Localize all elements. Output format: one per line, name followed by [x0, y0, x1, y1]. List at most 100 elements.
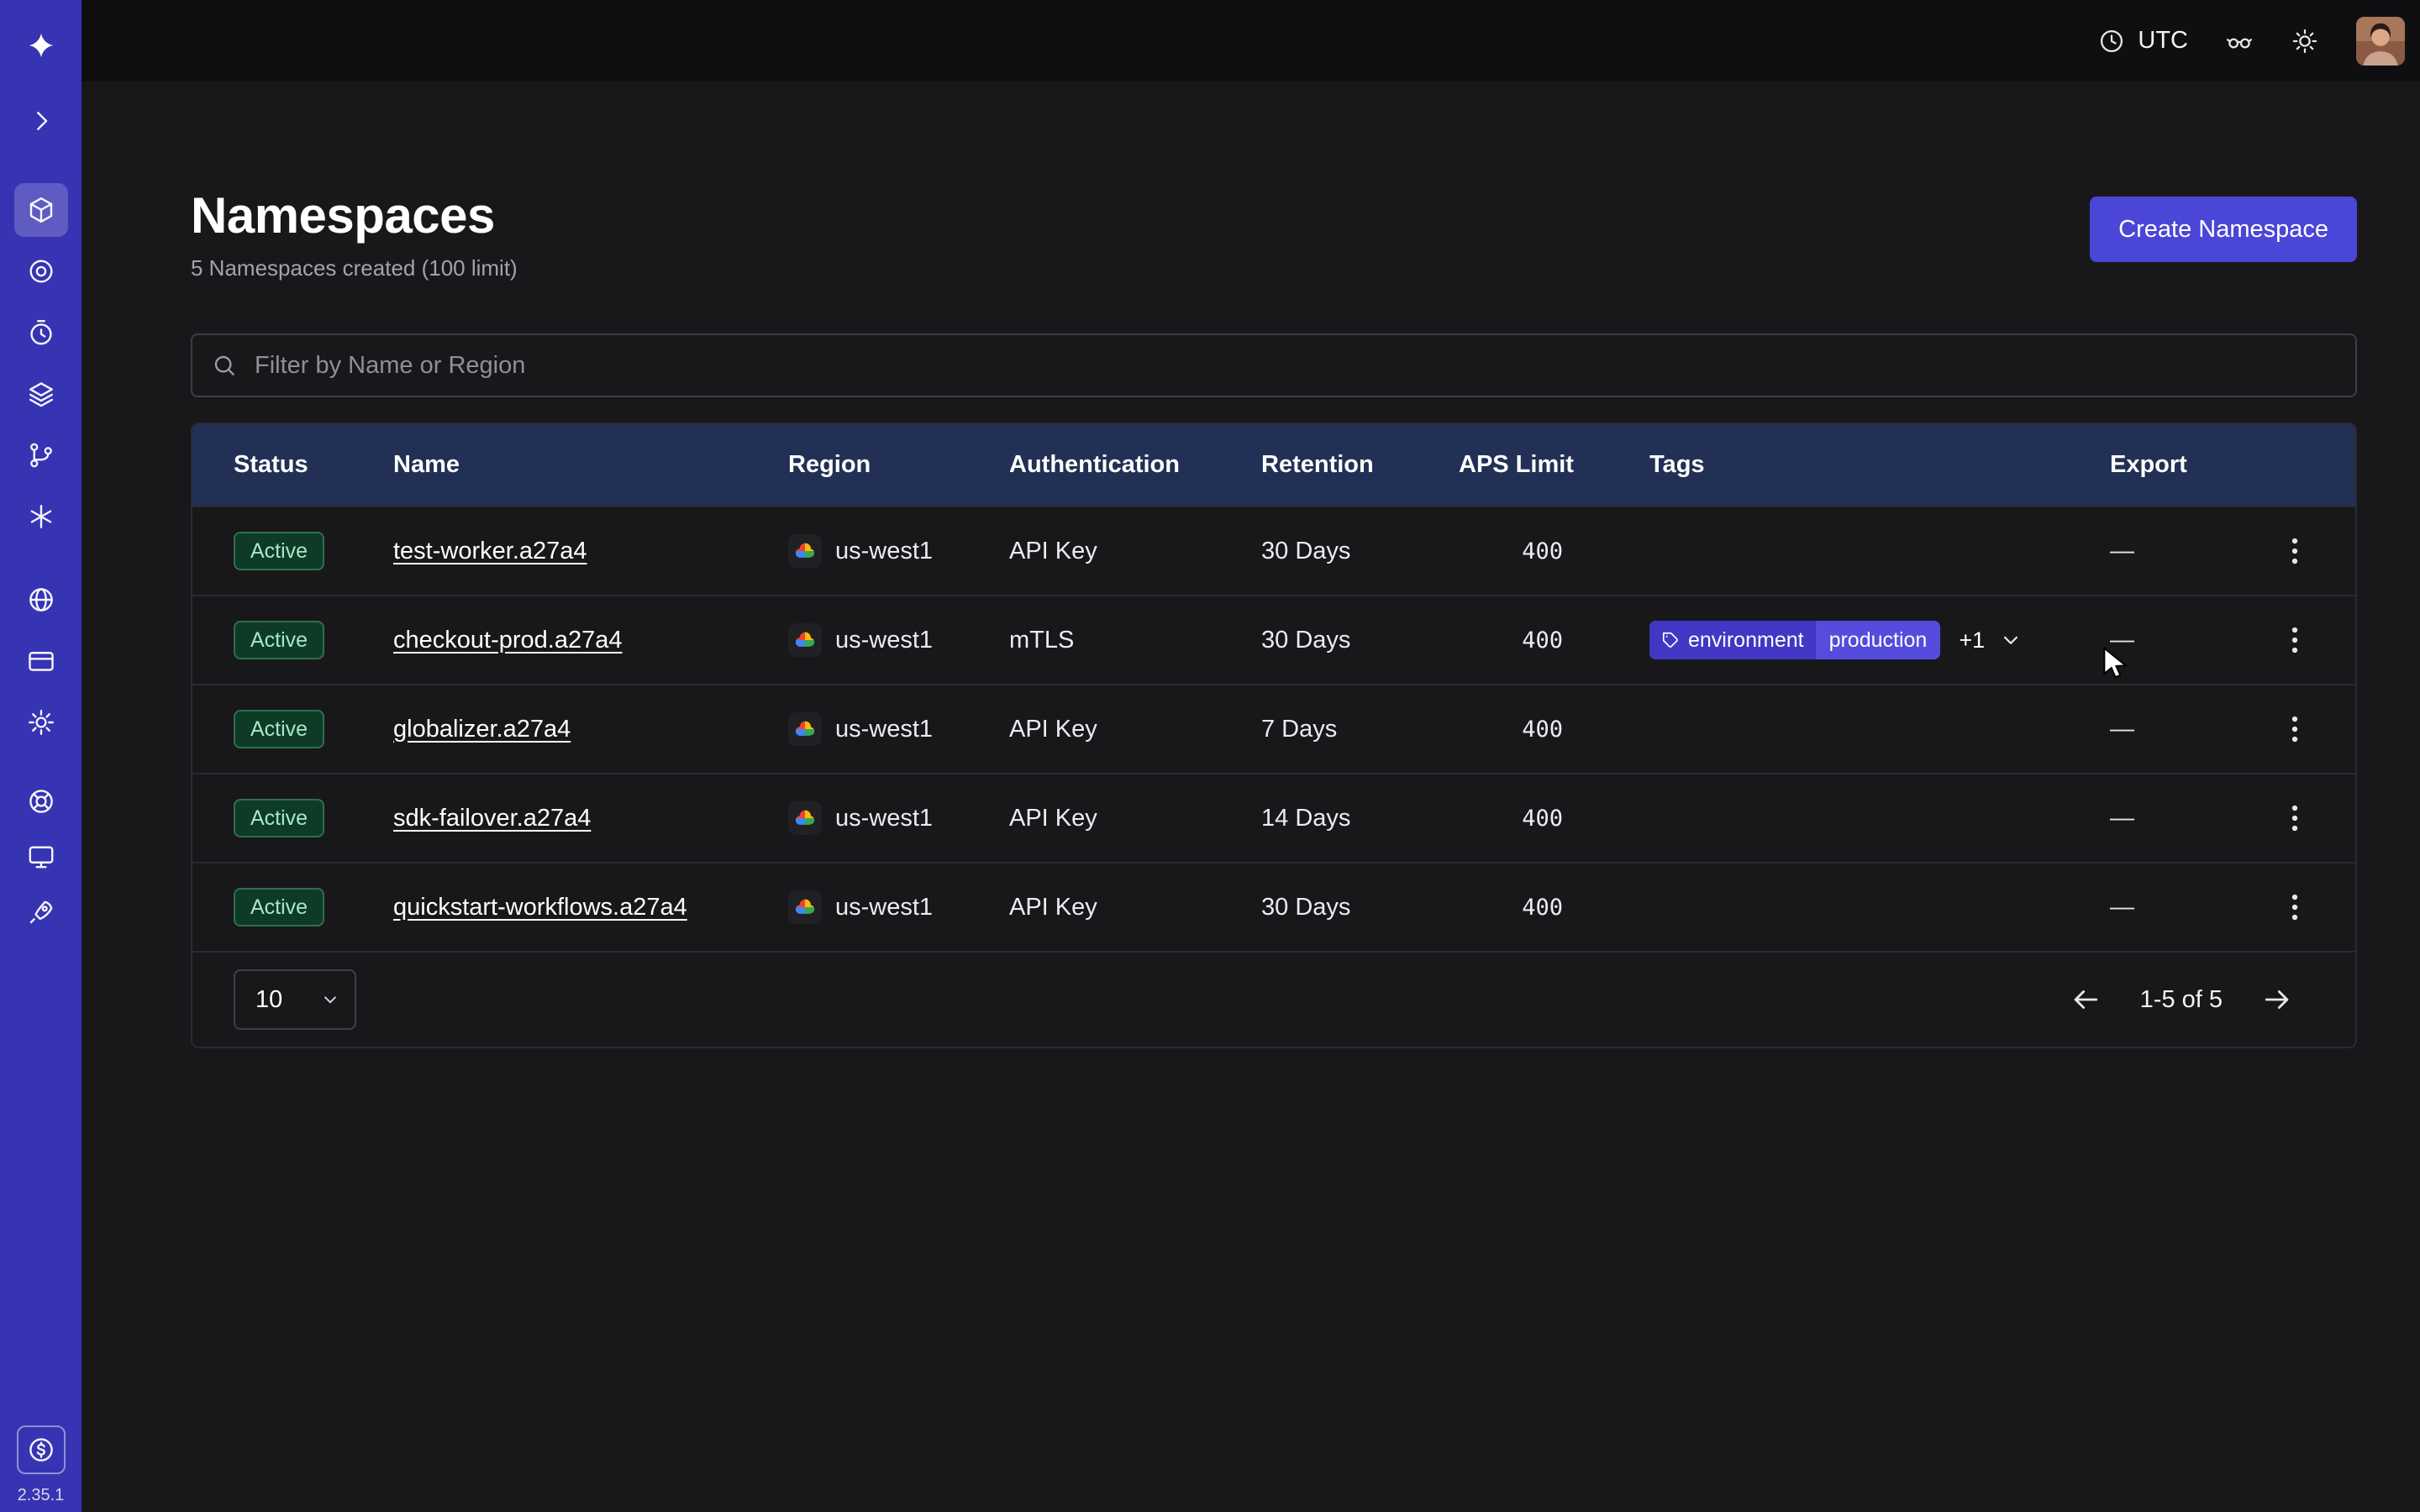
main-area: UTC Namespaces — [82, 0, 2420, 1512]
create-namespace-button[interactable]: Create Namespace — [2090, 197, 2357, 262]
sidebar-item-globe[interactable] — [14, 573, 68, 627]
gcp-cloud-icon — [788, 712, 822, 746]
chevron-down-icon — [319, 989, 341, 1011]
col-aps-limit: APS Limit — [1459, 451, 1649, 479]
prev-page-button[interactable] — [2070, 984, 2102, 1016]
sun-icon — [2291, 27, 2319, 55]
status-badge: Active — [234, 621, 324, 659]
logo-star-icon — [26, 30, 56, 60]
col-export: Export — [2110, 451, 2234, 479]
retention-value: 14 Days — [1261, 805, 1459, 832]
sidebar-expand-button[interactable] — [14, 94, 68, 148]
namespace-link[interactable]: test-worker.a27a4 — [393, 538, 587, 565]
region-label: us-west1 — [835, 627, 933, 654]
retention-value: 30 Days — [1261, 627, 1459, 654]
export-value: — — [2110, 805, 2234, 832]
tag-icon — [1661, 631, 1680, 649]
page-title: Namespaces — [191, 188, 518, 244]
status-badge: Active — [234, 532, 324, 570]
row-menu-button[interactable] — [2281, 706, 2308, 753]
namespace-link[interactable]: globalizer.a27a4 — [393, 716, 571, 743]
status-badge: Active — [234, 799, 324, 837]
next-page-button[interactable] — [2261, 984, 2293, 1016]
col-authentication: Authentication — [1009, 451, 1261, 479]
expand-tags-chevron-icon[interactable] — [1998, 627, 2023, 653]
card-icon — [26, 646, 56, 676]
sidebar-group-secondary — [14, 573, 68, 757]
namespaces-table: Status Name Region Authentication Retent… — [191, 423, 2357, 1048]
sidebar-item-settings[interactable] — [14, 696, 68, 749]
chevron-right-icon — [26, 106, 56, 136]
col-retention: Retention — [1261, 451, 1459, 479]
filter-input[interactable] — [191, 333, 2357, 397]
sidebar-item-layers[interactable] — [14, 367, 68, 421]
sidebar-item-target[interactable] — [14, 244, 68, 298]
tag-key-segment: environment — [1649, 621, 1816, 659]
usage-button[interactable] — [17, 1425, 66, 1474]
col-region: Region — [788, 451, 1009, 479]
tag-value-label: production — [1816, 621, 1941, 659]
table-row: Active checkout-prod.a27a4 us-west1 mTLS… — [192, 595, 2355, 684]
row-menu-button[interactable] — [2281, 528, 2308, 575]
export-value: — — [2110, 627, 2234, 654]
auth-value: API Key — [1009, 716, 1261, 743]
timezone-selector[interactable]: UTC — [2097, 27, 2188, 55]
sidebar-item-support[interactable] — [14, 777, 68, 826]
region-label: us-west1 — [835, 805, 933, 832]
namespace-link[interactable]: sdk-failover.a27a4 — [393, 805, 591, 832]
table-header-row: Status Name Region Authentication Retent… — [192, 424, 2355, 506]
table-row: Active quickstart-workflows.a27a4 us-wes… — [192, 862, 2355, 951]
more-tags-count: +1 — [1959, 627, 1985, 654]
aps-value: 400 — [1459, 627, 1649, 654]
app-version: 2.35.1 — [18, 1486, 65, 1505]
row-menu-button[interactable] — [2281, 884, 2308, 931]
region-label: us-west1 — [835, 716, 933, 743]
sidebar-item-monitor[interactable] — [14, 832, 68, 881]
sidebar-item-billing[interactable] — [14, 634, 68, 688]
sidebar-item-getting-started[interactable] — [14, 888, 68, 937]
pagination-range: 1-5 of 5 — [2140, 986, 2223, 1014]
glasses-icon — [2225, 27, 2254, 55]
tags-cell: environment production +1 — [1649, 621, 2110, 659]
retention-value: 30 Days — [1261, 538, 1459, 565]
sidebar-item-timer[interactable] — [14, 306, 68, 360]
namespace-link[interactable]: quickstart-workflows.a27a4 — [393, 894, 687, 921]
sidebar-item-namespaces[interactable] — [14, 183, 68, 237]
topbar: UTC — [82, 0, 2420, 81]
col-tags: Tags — [1649, 451, 2110, 479]
timezone-label: UTC — [2138, 27, 2188, 55]
table-row: Active sdk-failover.a27a4 us-west1 API K… — [192, 773, 2355, 862]
page-subtitle: 5 Namespaces created (100 limit) — [191, 255, 518, 281]
table-row: Active globalizer.a27a4 us-west1 API Key… — [192, 684, 2355, 773]
retention-value: 7 Days — [1261, 716, 1459, 743]
target-icon — [26, 256, 56, 286]
aps-value: 400 — [1459, 895, 1649, 921]
page-header: Namespaces 5 Namespaces created (100 lim… — [191, 188, 2357, 281]
aps-value: 400 — [1459, 538, 1649, 564]
sidebar-item-workflow[interactable] — [14, 428, 68, 482]
gcp-cloud-icon — [788, 801, 822, 835]
temporal-logo[interactable] — [14, 18, 68, 72]
col-name: Name — [393, 451, 788, 479]
kebab-icon — [2290, 714, 2300, 744]
page-size-select[interactable]: 10 — [234, 969, 356, 1030]
namespace-link[interactable]: checkout-prod.a27a4 — [393, 627, 622, 654]
tag-pill[interactable]: environment production — [1649, 621, 1940, 659]
sidebar-group-help — [14, 777, 68, 943]
auth-value: API Key — [1009, 805, 1261, 832]
dollar-icon — [26, 1435, 56, 1465]
row-menu-button[interactable] — [2281, 617, 2308, 664]
labs-toggle-button[interactable] — [2225, 27, 2254, 55]
theme-toggle-button[interactable] — [2291, 27, 2319, 55]
row-menu-button[interactable] — [2281, 795, 2308, 842]
sidebar-item-asterisk[interactable] — [14, 490, 68, 543]
kebab-icon — [2290, 536, 2300, 566]
gcp-cloud-icon — [788, 890, 822, 924]
asterisk-icon — [26, 501, 56, 532]
rocket-icon — [26, 897, 56, 927]
export-value: — — [2110, 538, 2234, 565]
arrow-left-icon — [2070, 984, 2102, 1016]
user-avatar[interactable] — [2356, 17, 2405, 66]
retention-value: 30 Days — [1261, 894, 1459, 921]
gcp-cloud-icon — [788, 534, 822, 568]
